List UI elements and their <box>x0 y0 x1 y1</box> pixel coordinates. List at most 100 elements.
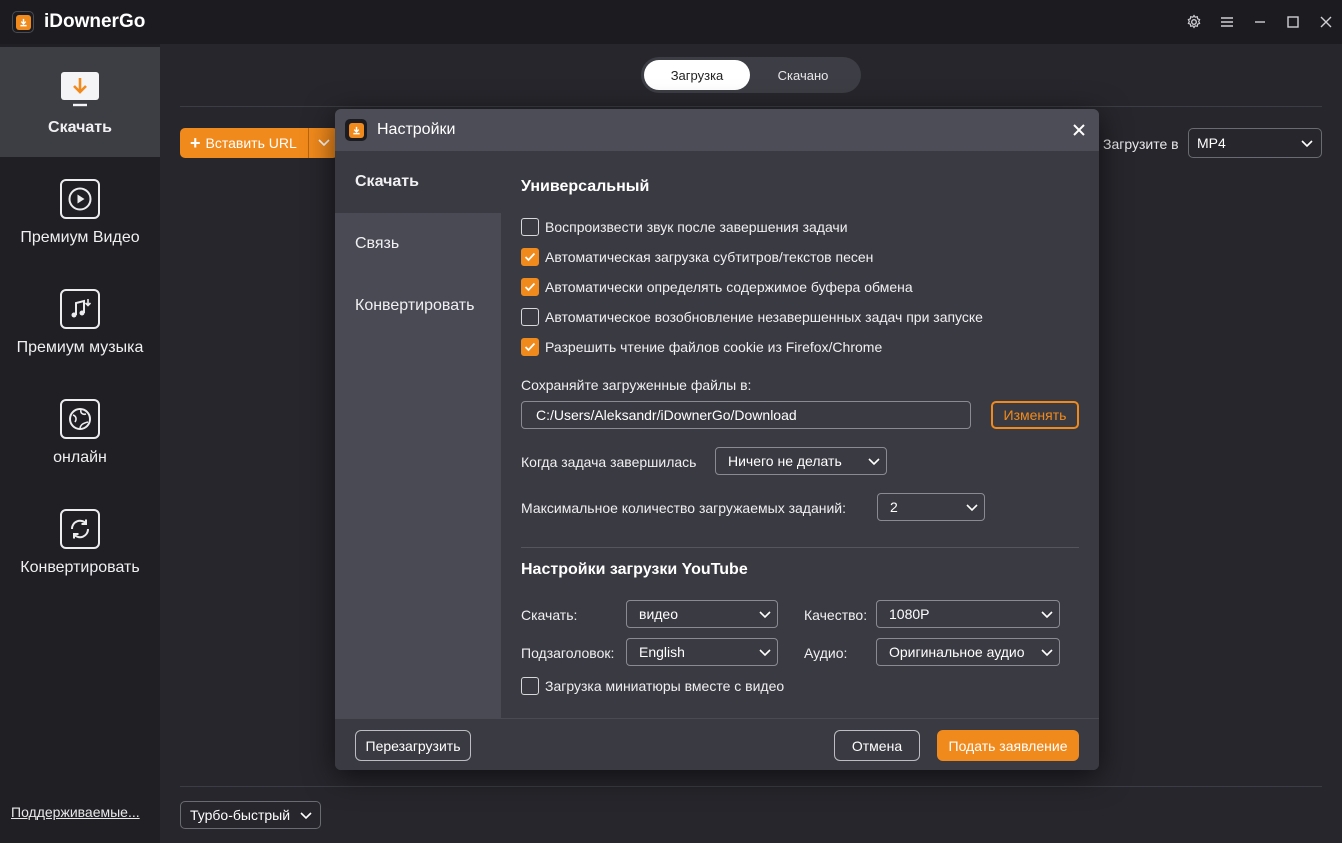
settings-dialog: Настройки Скачать Связь Конвертировать У… <box>335 109 1099 770</box>
settings-body: Универсальный Воспроизвести звук после з… <box>501 151 1099 718</box>
yt-download-type-value: видео <box>639 606 678 622</box>
chevron-down-icon <box>759 645 771 662</box>
format-value: MP4 <box>1197 135 1226 151</box>
dialog-title: Настройки <box>377 121 456 138</box>
max-tasks-value: 2 <box>890 499 898 515</box>
checkbox-checked[interactable] <box>521 338 539 356</box>
checkbox-checked[interactable] <box>521 248 539 266</box>
paste-url-button[interactable]: + Вставить URL <box>180 128 338 158</box>
dialog-footer: Перезагрузить Отмена Подать заявление <box>335 718 1099 770</box>
reset-button[interactable]: Перезагрузить <box>355 730 471 761</box>
app-title: iDownerGo <box>44 11 146 32</box>
checkbox-label: Автоматическая загрузка субтитров/тексто… <box>545 249 874 265</box>
on-complete-value: Ничего не делать <box>728 453 842 469</box>
checkbox-checked[interactable] <box>521 278 539 296</box>
yt-subtitle-label: Подзаголовок: <box>521 645 615 661</box>
checkbox-auto-resume[interactable]: Автоматическое возобновление незавершенн… <box>521 307 983 327</box>
globe-icon <box>60 399 100 439</box>
on-complete-select[interactable]: Ничего не делать <box>715 447 887 475</box>
yt-subtitle-select[interactable]: English <box>626 638 778 666</box>
app-logo <box>345 119 367 141</box>
music-icon <box>60 289 100 329</box>
close-icon[interactable] <box>1069 120 1089 140</box>
maximize-icon[interactable] <box>1276 0 1309 44</box>
menu-icon[interactable] <box>1210 0 1243 44</box>
chevron-down-icon <box>966 500 978 517</box>
chevron-down-icon <box>1041 607 1053 624</box>
yt-audio-label: Аудио: <box>804 645 848 661</box>
checkbox-play-sound[interactable]: Воспроизвести звук после завершения зада… <box>521 217 848 237</box>
checkbox[interactable] <box>521 218 539 236</box>
general-section-title: Универсальный <box>521 178 650 195</box>
app-logo <box>12 11 34 33</box>
tab-downloading[interactable]: Загрузка <box>644 60 750 90</box>
checkbox-label: Автоматически определять содержимое буфе… <box>545 279 913 295</box>
settings-gear-icon[interactable] <box>1177 0 1210 44</box>
checkbox[interactable] <box>521 308 539 326</box>
yt-audio-value: Оригинальное аудио <box>889 644 1025 660</box>
sidebar-item-online[interactable]: онлайн <box>0 377 160 487</box>
checkbox-download-thumbnail[interactable]: Загрузка миниатюры вместе с видео <box>521 676 784 696</box>
save-path-input[interactable]: C:/Users/Aleksandr/iDownerGo/Download <box>521 401 971 429</box>
max-tasks-select[interactable]: 2 <box>877 493 985 521</box>
download-icon <box>60 69 100 109</box>
format-select[interactable]: MP4 <box>1188 128 1322 158</box>
chevron-down-icon <box>300 808 312 825</box>
sidebar-item-premium-music[interactable]: Премиум музыка <box>0 267 160 377</box>
settings-nav: Скачать Связь Конвертировать <box>335 151 501 718</box>
yt-subtitle-value: English <box>639 644 685 660</box>
checkbox-label: Автоматическое возобновление незавершенн… <box>545 309 983 325</box>
convert-icon <box>60 509 100 549</box>
chevron-down-icon <box>868 454 880 471</box>
sidebar-item-label: Премиум музыка <box>16 339 144 356</box>
max-tasks-label: Максимальное количество загружаемых зада… <box>521 500 847 516</box>
cancel-button[interactable]: Отмена <box>834 730 920 761</box>
close-window-icon[interactable] <box>1309 0 1342 44</box>
supported-sites-link[interactable]: Поддерживаемые... <box>11 804 140 820</box>
chevron-down-icon <box>1041 645 1053 662</box>
divider <box>180 786 1322 787</box>
yt-quality-select[interactable]: 1080P <box>876 600 1060 628</box>
play-icon <box>60 179 100 219</box>
chevron-down-icon[interactable] <box>308 128 338 158</box>
yt-quality-label: Качество: <box>804 607 868 623</box>
sidebar-item-convert[interactable]: Конвертировать <box>0 487 160 597</box>
on-complete-label: Когда задача завершилась <box>521 454 697 470</box>
tab-downloaded[interactable]: Скачано <box>750 60 856 90</box>
chevron-down-icon <box>759 607 771 624</box>
divider <box>521 547 1079 548</box>
checkbox[interactable] <box>521 677 539 695</box>
save-path-value: C:/Users/Aleksandr/iDownerGo/Download <box>536 407 797 423</box>
speed-value: Турбо-быстрый <box>190 807 291 823</box>
apply-button[interactable]: Подать заявление <box>937 730 1079 761</box>
download-to-label: Загрузите в <box>1103 136 1179 152</box>
save-path-label: Сохраняйте загруженные файлы в: <box>521 377 752 393</box>
checkbox-auto-subtitles[interactable]: Автоматическая загрузка субтитров/тексто… <box>521 247 873 267</box>
settings-nav-convert[interactable]: Конвертировать <box>335 275 501 337</box>
paste-url-label: Вставить URL <box>205 135 297 151</box>
checkbox-read-cookies[interactable]: Разрешить чтение файлов cookie из Firefo… <box>521 337 882 357</box>
download-tabs: Загрузка Скачано <box>641 57 861 93</box>
checkbox-label: Воспроизвести звук после завершения зада… <box>545 219 848 235</box>
minimize-icon[interactable] <box>1243 0 1276 44</box>
sidebar-item-label: Конвертировать <box>20 559 140 576</box>
sidebar: Скачать Премиум Видео Премиум музыка онл… <box>0 44 160 843</box>
dialog-header: Настройки <box>335 109 1099 151</box>
youtube-section-title: Настройки загрузки YouTube <box>521 561 748 578</box>
sidebar-item-label: Скачать <box>48 119 112 136</box>
divider <box>180 106 1322 107</box>
sidebar-item-premium-video[interactable]: Премиум Видео <box>0 157 160 267</box>
checkbox-label: Разрешить чтение файлов cookie из Firefo… <box>545 339 883 355</box>
yt-quality-value: 1080P <box>889 606 930 622</box>
yt-download-label: Скачать: <box>521 607 578 623</box>
speed-select[interactable]: Турбо-быстрый <box>180 801 321 829</box>
change-path-button[interactable]: Изменять <box>991 401 1079 429</box>
yt-audio-select[interactable]: Оригинальное аудио <box>876 638 1060 666</box>
sidebar-item-label: онлайн <box>53 449 107 466</box>
settings-nav-download[interactable]: Скачать <box>335 151 501 213</box>
checkbox-clipboard-detect[interactable]: Автоматически определять содержимое буфе… <box>521 277 913 297</box>
yt-download-type-select[interactable]: видео <box>626 600 778 628</box>
sidebar-item-label: Премиум Видео <box>20 229 140 246</box>
settings-nav-connection[interactable]: Связь <box>335 213 501 275</box>
sidebar-item-download[interactable]: Скачать <box>0 47 160 157</box>
